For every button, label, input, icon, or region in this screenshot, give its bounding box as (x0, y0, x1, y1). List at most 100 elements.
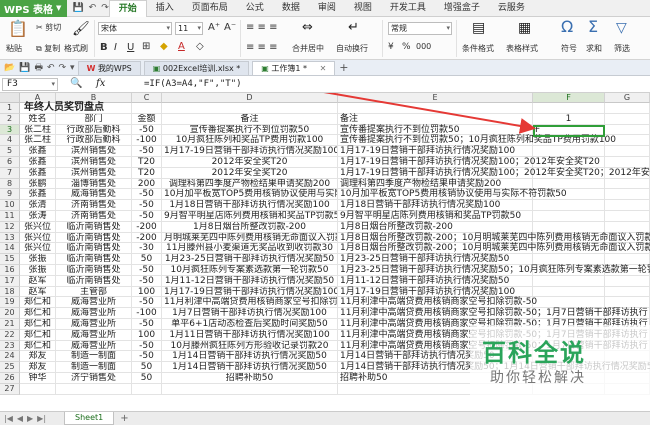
cell-g8[interactable] (605, 178, 650, 190)
cell-e17[interactable]: 1月11-12日营销干部拜访执行情况奖励50 (338, 275, 533, 287)
cell-e1[interactable] (338, 103, 533, 114)
cell-c20[interactable]: -100 (132, 308, 162, 319)
redo-icon[interactable]: ↷ (101, 3, 109, 13)
cell-b16[interactable]: 临沂南销售处 (56, 265, 132, 276)
cell-g18[interactable] (605, 286, 650, 298)
column-header-g[interactable]: G (605, 93, 650, 103)
cell-d7[interactable]: 2012年安全奖T20 (162, 167, 338, 179)
sheet-tab-sheet1[interactable]: Sheet1 (64, 412, 115, 425)
cell-b17[interactable]: 临沂南销售处 (56, 275, 132, 287)
cell-g12[interactable] (605, 221, 650, 233)
tab-excel-training[interactable]: ▣ 002Excel培训.xlsx * (143, 61, 250, 75)
cell-d5[interactable]: 1月17-19日营销干部拜访执行情况奖励100 (162, 146, 338, 157)
paste-icon[interactable]: 📋 (8, 21, 28, 37)
cell-c16[interactable]: -50 (132, 265, 162, 276)
cell-a15[interactable]: 张振 (20, 254, 56, 265)
row-header[interactable]: 22 (0, 329, 20, 341)
add-tab-icon[interactable]: + (339, 61, 348, 74)
clear-format-icon[interactable]: ◇ (196, 41, 204, 52)
cell-c22[interactable]: 100 (132, 329, 162, 341)
cell-b22[interactable]: 威海营业所 (56, 329, 132, 341)
cell-a24[interactable]: 郑友 (20, 351, 56, 363)
save-icon[interactable]: 💾 (19, 63, 30, 73)
first-sheet-icon[interactable]: |◀ (4, 414, 13, 423)
cell-e12[interactable]: 1月8日烟台所整改罚款-200 (338, 221, 533, 233)
cell-a11[interactable]: 张涛 (20, 211, 56, 222)
row-header[interactable]: 3 (0, 124, 20, 136)
cell-e14[interactable]: 1月8日烟台所整改罚款-200；10月明城莱芜四中陈列费用核销无命面议入罚款10… (338, 243, 650, 255)
tab-cloud[interactable]: 云服务 (489, 0, 534, 17)
cell-c3[interactable]: -50 (132, 124, 162, 136)
symbol-icon[interactable]: Ω (561, 19, 573, 35)
cell-c21[interactable]: -50 (132, 319, 162, 330)
active-cell-f3[interactable] (533, 125, 605, 137)
folder-icon[interactable]: 📂 (4, 63, 15, 73)
tab-review[interactable]: 审阅 (309, 0, 345, 17)
row-header[interactable]: 13 (0, 232, 20, 244)
redo-icon[interactable]: ↷ (58, 63, 66, 73)
conditional-format-icon[interactable]: ▤ (472, 20, 485, 36)
wrap-text-icon[interactable]: ↵ (348, 20, 359, 36)
cell-d20[interactable]: 1月7日营销干部拜访执行情况奖励100 (162, 308, 338, 319)
row-header[interactable]: 23 (0, 340, 20, 352)
cell-b4[interactable]: 行政部后勤科 (56, 135, 132, 147)
tab-insert[interactable]: 插入 (147, 0, 183, 17)
cell-c11[interactable]: -50 (132, 211, 162, 222)
cell-d21[interactable]: 单平6+1店动态检查后奖励时间奖励50 (162, 319, 338, 330)
grow-font-icon[interactable]: A⁺ (208, 22, 220, 33)
cell-g9[interactable] (605, 189, 650, 201)
italic-button[interactable]: I (114, 42, 117, 53)
chevron-down-icon[interactable]: ▾ (70, 63, 75, 73)
save-icon[interactable]: 💾 (72, 3, 83, 13)
cell-d19[interactable]: 11月利津中高端贷费用核销商家空号扣除罚款-50 (162, 297, 338, 309)
cell-d25[interactable]: 1月14日营销干部拜访执行情况奖励50 (162, 362, 338, 373)
cell-g17[interactable] (605, 275, 650, 287)
cell-g1[interactable] (605, 103, 650, 114)
cell-a18[interactable]: 赵军 (20, 286, 56, 298)
cell-b9[interactable]: 威海销售处 (56, 189, 132, 201)
cell-f5[interactable] (533, 146, 605, 157)
cell-d10[interactable]: 1月18日营销干部拜访执行情况奖励100 (162, 200, 338, 211)
row-header[interactable]: 11 (0, 211, 20, 222)
cell-c1[interactable] (132, 103, 162, 114)
cell-c27[interactable] (132, 383, 162, 395)
cell-g6[interactable] (605, 157, 650, 168)
border-icon[interactable]: ⊞ (142, 41, 150, 52)
tab-developer[interactable]: 开发工具 (381, 0, 435, 17)
copy-button[interactable]: ⧉ 复制 (36, 43, 60, 54)
cell-e18[interactable]: 1月17-19日营销干部拜访执行情况奖励100 (338, 286, 533, 298)
cell-g11[interactable] (605, 211, 650, 222)
cell-e6[interactable]: 1月17-19日营销干部拜访执行情况奖励100；2012年安全奖T20 (338, 157, 600, 168)
cell-f15[interactable] (533, 254, 605, 265)
cell-a25[interactable]: 郑友 (20, 362, 56, 373)
thousands-button[interactable]: 000 (416, 42, 431, 51)
cell-a12[interactable]: 张兴位 (20, 221, 56, 233)
percent-button[interactable]: % (402, 42, 411, 52)
cell-c25[interactable]: 50 (132, 362, 162, 373)
row-header[interactable]: 14 (0, 243, 20, 255)
cell-d26[interactable]: 招聘补助50 (162, 373, 338, 384)
row-header[interactable]: 9 (0, 189, 20, 201)
tab-workbook1[interactable]: ▣ 工作簿1 * ✕ (252, 61, 336, 75)
cell-e2[interactable]: 备注 (338, 113, 533, 125)
cell-f8[interactable] (533, 178, 605, 190)
cell-a4[interactable]: 张二柱 (20, 135, 56, 147)
cell-d17[interactable]: 1月11-12日营销干部拜访执行情况奖励50 (162, 275, 338, 287)
row-header[interactable]: 24 (0, 351, 20, 363)
row-header[interactable]: 8 (0, 178, 20, 190)
cell-g19[interactable] (605, 297, 650, 309)
column-header-f[interactable]: F (533, 93, 605, 103)
cell-d8[interactable]: 调理科第四季度产物检结果申请奖励200 (162, 178, 338, 190)
symbol-button[interactable]: 符号 (561, 43, 577, 54)
cell-a19[interactable]: 郑仁和 (20, 297, 56, 309)
cell-c13[interactable]: -200 (132, 232, 162, 244)
cell-d13[interactable]: 月明城莱芜四中陈列费用核销无命面议入罚款100 (162, 232, 338, 244)
cell-c8[interactable]: 200 (132, 178, 162, 190)
cell-a22[interactable]: 郑仁和 (20, 329, 56, 341)
cell-b20[interactable]: 威海营业所 (56, 308, 132, 319)
cell-a23[interactable]: 郑仁和 (20, 340, 56, 352)
fill-color-icon[interactable]: ◆ (160, 41, 168, 52)
cell-a2[interactable]: 姓名 (20, 113, 56, 125)
filter-button[interactable]: 筛选 (614, 43, 630, 54)
row-header[interactable]: 12 (0, 221, 20, 233)
